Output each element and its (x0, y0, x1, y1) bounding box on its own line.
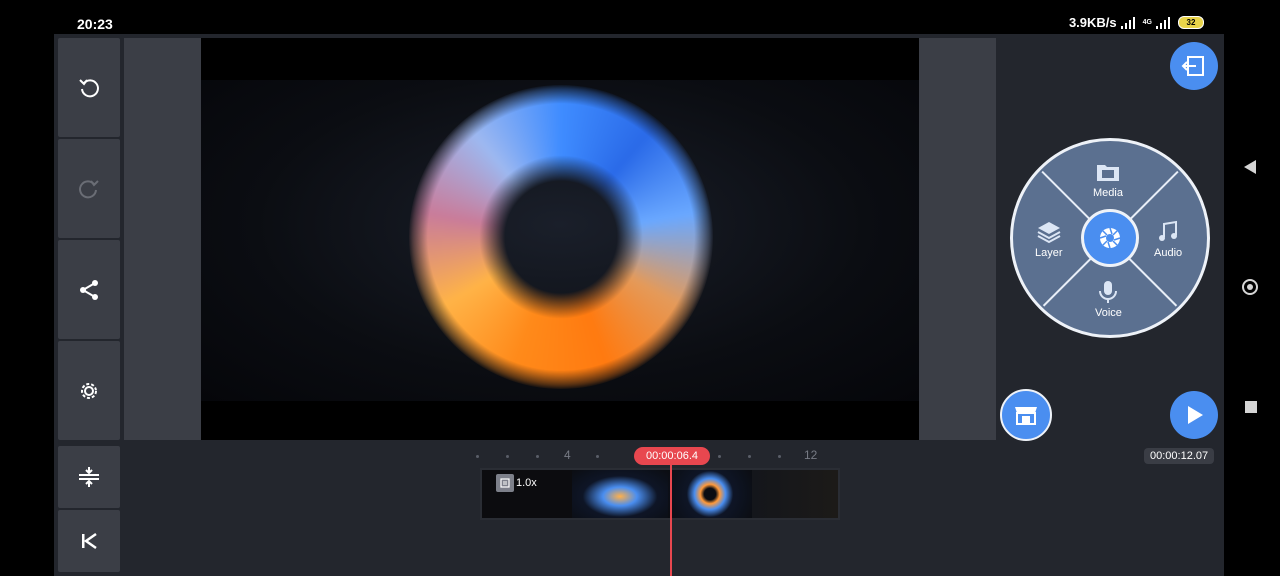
signal-icon (1120, 16, 1135, 29)
camera-shutter-icon (1099, 227, 1121, 249)
status-time: 20:23 (77, 16, 113, 32)
play-icon (1188, 406, 1203, 424)
undo-button[interactable] (58, 38, 120, 137)
signal-icon-2 (1156, 16, 1170, 29)
clip-thumbnail (668, 470, 752, 518)
video-preview[interactable] (201, 38, 919, 440)
ruler-tick (536, 455, 539, 458)
network-speed: 3.9KB/s (1068, 15, 1117, 30)
settings-gear-icon (81, 382, 97, 399)
record-button[interactable] (1081, 209, 1139, 267)
skip-to-start-button[interactable] (58, 510, 120, 572)
export-icon (1181, 56, 1204, 76)
nav-back-icon[interactable] (1244, 160, 1256, 174)
network-type: 4G (1142, 19, 1152, 26)
audio-button[interactable]: Audio (1154, 219, 1182, 259)
ruler-tick (596, 455, 599, 458)
share-icon (80, 279, 98, 300)
clip-speed-indicator: 1.0x (496, 474, 537, 492)
timeline-adjust-button[interactable] (58, 446, 120, 508)
current-time: 00:00:06.4 (634, 447, 710, 465)
microphone-icon (1099, 281, 1118, 303)
ruler-tick (778, 455, 781, 458)
voice-label: Voice (1095, 307, 1122, 319)
left-toolbar (58, 38, 120, 440)
ruler-label: 4 (564, 448, 571, 462)
ruler-tick (748, 455, 751, 458)
media-folder-icon (1096, 165, 1119, 181)
timeline-toolbar (58, 446, 120, 572)
timeline[interactable]: 4 12 1.0x 00:00:06.4 00:00:12.07 (124, 446, 1224, 576)
playhead[interactable] (670, 465, 672, 576)
clip-thumbnail (752, 470, 838, 518)
video-frame (201, 80, 919, 401)
play-button[interactable] (1170, 391, 1218, 439)
settings-button[interactable] (58, 341, 120, 440)
ruler-tick (506, 455, 509, 458)
store-icon (1015, 407, 1037, 425)
ruler-tick (718, 455, 721, 458)
video-editor: Media Audio Voice Layer 4 12 1.0x 00:00:… (54, 34, 1224, 576)
ruler-label: 12 (804, 448, 818, 462)
preview-panel (124, 38, 996, 440)
undo-icon (79, 78, 99, 97)
nav-home-icon[interactable] (1242, 279, 1258, 295)
share-button[interactable] (58, 240, 120, 339)
total-duration: 00:00:12.07 (1144, 448, 1215, 464)
clip-speed-label: 1.0x (516, 477, 537, 489)
asset-store-button[interactable] (1000, 389, 1052, 441)
voice-button[interactable]: Voice (1095, 279, 1122, 319)
layers-icon (1037, 222, 1061, 244)
skip-to-start-icon (82, 532, 97, 550)
media-wheel: Media Audio Voice Layer (1010, 138, 1210, 338)
media-label: Media (1093, 187, 1123, 199)
particle-ring-visual (409, 85, 713, 389)
nav-recents-icon[interactable] (1245, 401, 1257, 413)
export-button[interactable] (1170, 42, 1218, 90)
battery-icon: 32 (1178, 16, 1204, 29)
layer-button[interactable]: Layer (1035, 219, 1063, 259)
status-bar: 20:23 3.9KB/s 4G 32 (0, 0, 1280, 34)
redo-button[interactable] (58, 139, 120, 238)
clip-thumbnail (572, 470, 668, 518)
layer-label: Layer (1035, 247, 1063, 259)
music-note-icon (1159, 220, 1178, 241)
status-indicators: 3.9KB/s 4G 32 (1069, 15, 1204, 30)
media-button[interactable]: Media (1093, 159, 1123, 199)
timeline-adjust-icon (79, 467, 99, 487)
ruler-tick (476, 455, 479, 458)
speed-icon (496, 474, 514, 492)
audio-label: Audio (1154, 247, 1183, 259)
redo-icon (79, 179, 99, 198)
